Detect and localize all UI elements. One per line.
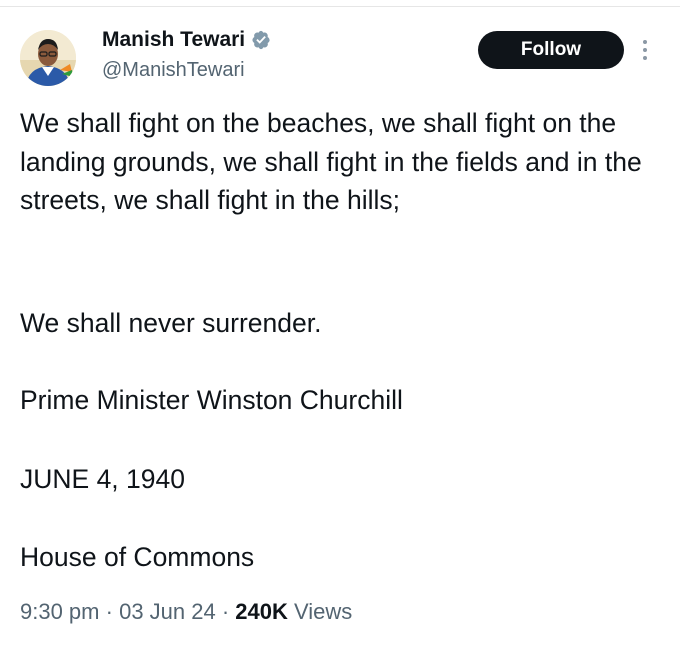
tweet-date[interactable]: 03 Jun 24 [119,599,216,624]
meta-separator: · [105,599,113,624]
verified-badge-icon [251,30,271,50]
views-count: 240K [235,599,288,624]
author-display-name[interactable]: Manish Tewari [102,27,245,53]
tweet-text-paragraph: We shall fight on the beaches, we shall … [20,108,642,215]
author-handle[interactable]: @ManishTewari [102,58,245,82]
views-label: Views [294,599,353,624]
tweet-time[interactable]: 9:30 pm [20,599,100,624]
tweet-text-paragraph: We shall never surrender. [20,308,322,338]
author-name-row[interactable]: Manish Tewari [102,27,271,53]
follow-button[interactable]: Follow [478,31,624,69]
tweet-meta: 9:30 pm · 03 Jun 24 · 240K Views [20,597,352,627]
tweet-text-paragraph: JUNE 4, 1940 [20,464,185,494]
more-options-icon[interactable] [641,38,649,62]
tweet-text-paragraph: Prime Minister Winston Churchill [20,385,403,415]
top-divider [0,6,680,7]
avatar[interactable] [20,30,76,86]
avatar-photo [20,30,76,86]
tweet-text-paragraph: House of Commons [20,542,255,572]
meta-separator: · [221,599,230,624]
